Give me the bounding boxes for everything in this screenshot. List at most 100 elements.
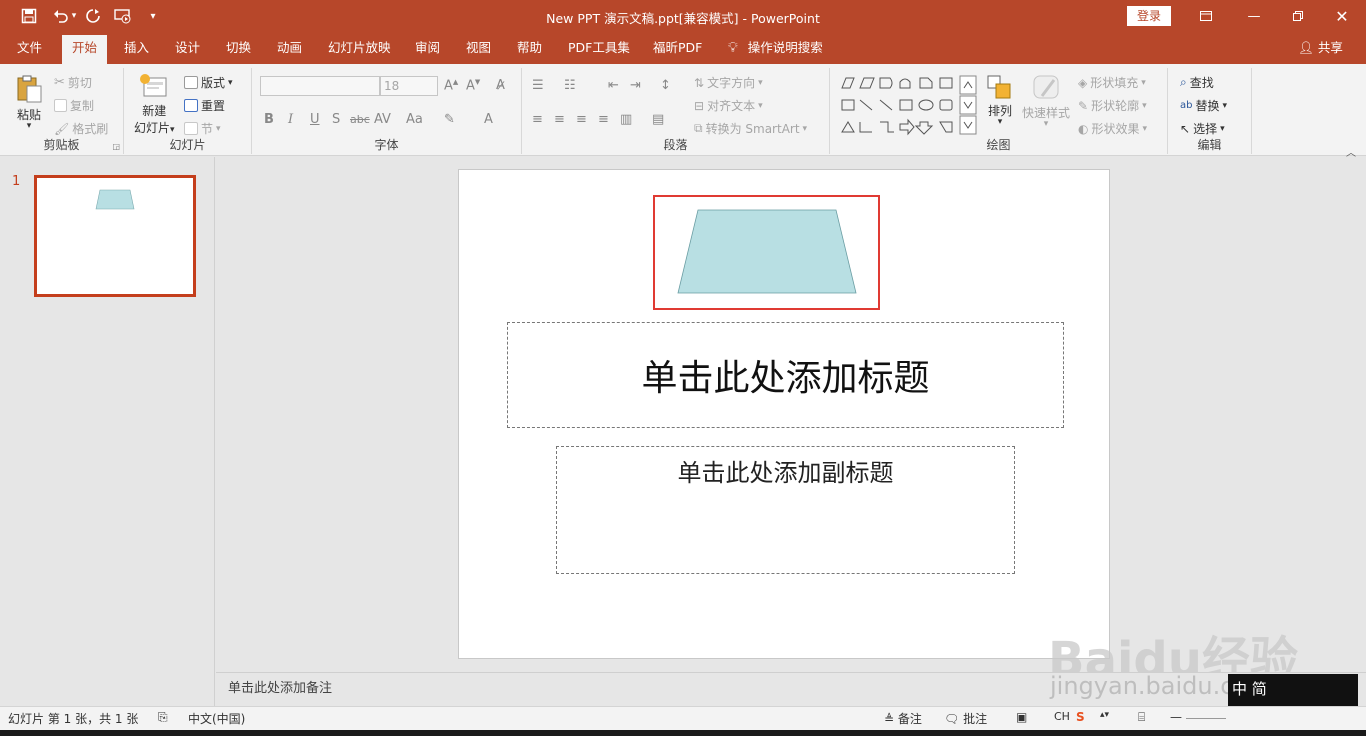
strikethrough-button[interactable]: abc: [350, 113, 370, 126]
format-painter-button[interactable]: 🖌︎ 格式刷: [54, 120, 108, 137]
close-icon[interactable]: ✕: [1322, 4, 1362, 28]
tab-help[interactable]: 帮助: [517, 32, 542, 64]
font-size-combobox[interactable]: 18: [380, 76, 438, 96]
tab-transitions[interactable]: 切换: [226, 32, 251, 64]
tab-home[interactable]: 开始: [62, 35, 108, 64]
columns-icon[interactable]: ▤: [652, 112, 664, 127]
ribbon-display-options-icon[interactable]: [1186, 4, 1226, 28]
ime-toggle-icon[interactable]: ▴▾: [1100, 710, 1109, 720]
reset-button[interactable]: 重置: [184, 97, 225, 114]
tab-animations[interactable]: 动画: [277, 32, 302, 64]
increase-indent-icon[interactable]: ⇥: [630, 78, 641, 93]
effects-icon: ◐: [1078, 121, 1089, 136]
align-right-icon[interactable]: ≡: [576, 112, 587, 127]
tab-view[interactable]: 视图: [466, 32, 491, 64]
shapes-gallery[interactable]: [838, 74, 980, 136]
section-label: 节: [201, 122, 214, 136]
align-left-icon[interactable]: ≡: [532, 112, 543, 127]
restore-icon[interactable]: [1278, 4, 1318, 28]
shape-effects-button[interactable]: ◐ 形状效果 ▾: [1078, 120, 1147, 137]
select-button[interactable]: ↖ 选择 ▾: [1180, 120, 1225, 137]
numbering-icon[interactable]: ☷: [564, 78, 576, 93]
line-spacing-icon[interactable]: ↕: [660, 78, 671, 93]
tab-foxit-pdf[interactable]: 福昕PDF: [653, 32, 702, 64]
arrange-button[interactable]: 排列 ▾: [986, 74, 1014, 127]
ime-indicator[interactable]: CH: [1054, 710, 1070, 723]
sogou-ime-icon[interactable]: S: [1076, 710, 1085, 724]
cut-label: 剪切: [67, 76, 92, 90]
tab-slideshow[interactable]: 幻灯片放映: [328, 32, 391, 64]
bullets-icon[interactable]: ☰: [532, 78, 544, 93]
align-text-label: 对齐文本: [707, 99, 756, 113]
bold-button[interactable]: B: [264, 112, 274, 127]
language-indicator[interactable]: 中文(中国): [188, 710, 245, 727]
zoom-out-icon[interactable]: —: [1170, 710, 1182, 724]
change-case-button[interactable]: Aa: [406, 112, 423, 127]
share-button[interactable]: 👤︎ 共享: [1298, 32, 1343, 64]
decrease-indent-icon[interactable]: ⇤: [608, 78, 619, 93]
comments-button[interactable]: 🗨︎ 批注: [944, 710, 987, 727]
notes-button[interactable]: ≜ 备注: [884, 710, 922, 727]
highlight-icon[interactable]: ✎: [444, 112, 455, 127]
layout-label: 版式: [201, 76, 226, 90]
format-painter-label: 格式刷: [72, 122, 109, 136]
slide-thumbnail[interactable]: [34, 175, 196, 297]
convert-smartart-button[interactable]: ⧉ 转换为 SmartArt ▾: [694, 120, 807, 137]
tab-file[interactable]: 文件: [17, 32, 42, 64]
text-shadow-button[interactable]: S: [332, 112, 340, 127]
dialog-launcher-icon[interactable]: ◲: [112, 142, 120, 151]
cut-button[interactable]: ✂ 剪切: [54, 74, 92, 91]
slide-canvas[interactable]: 单击此处添加标题 单击此处添加副标题: [458, 169, 1110, 659]
collapse-ribbon-icon[interactable]: ︿: [1346, 144, 1356, 159]
shape-fill-button[interactable]: ◈ 形状填充 ▾: [1078, 74, 1146, 91]
align-text-button[interactable]: ⊟ 对齐文本 ▾: [694, 97, 763, 114]
title-placeholder[interactable]: 单击此处添加标题: [507, 322, 1064, 428]
increase-font-icon[interactable]: A▲: [444, 78, 458, 93]
new-slide-button[interactable]: 新建 幻灯片▾: [134, 72, 175, 136]
tab-pdf-tools[interactable]: PDF工具集: [568, 32, 630, 64]
tab-insert[interactable]: 插入: [124, 32, 149, 64]
minimize-icon[interactable]: —: [1234, 4, 1274, 28]
paste-icon: [17, 75, 42, 103]
paste-button[interactable]: 粘贴 ▾: [14, 74, 44, 131]
new-slide-icon: [140, 74, 167, 97]
font-name-combobox[interactable]: [260, 76, 380, 96]
clear-formatting-icon[interactable]: A̷: [496, 78, 505, 93]
shape-outline-button[interactable]: ✎ 形状轮廓 ▾: [1078, 97, 1147, 114]
trapezoid-shape[interactable]: [677, 209, 857, 294]
copy-button[interactable]: 复制: [54, 97, 94, 114]
tell-me-search[interactable]: 💡︎ 操作说明搜索: [728, 32, 823, 64]
distributed-icon[interactable]: ▥: [620, 112, 632, 127]
subtitle-placeholder[interactable]: 单击此处添加副标题: [556, 446, 1015, 574]
italic-button[interactable]: I: [288, 112, 293, 127]
spellcheck-icon[interactable]: ⎘: [158, 710, 168, 725]
underline-button[interactable]: U: [310, 112, 320, 127]
slideshow-view-icon[interactable]: ⌸: [1138, 710, 1145, 725]
text-direction-button[interactable]: ⇅ 文字方向 ▾: [694, 74, 763, 91]
normal-view-icon[interactable]: ▣: [1016, 710, 1027, 724]
shape-fill-label: 形状填充: [1090, 76, 1139, 90]
align-center-icon[interactable]: ≡: [554, 112, 565, 127]
cursor-icon: ↖: [1180, 121, 1191, 136]
layout-icon: [184, 76, 198, 89]
decrease-font-icon[interactable]: A▼: [466, 78, 480, 93]
replace-button[interactable]: ab 替换 ▾: [1180, 97, 1227, 114]
justify-icon[interactable]: ≡: [598, 112, 609, 127]
zoom-slider[interactable]: [1186, 718, 1226, 719]
tab-review[interactable]: 审阅: [415, 32, 440, 64]
notes-icon: ≜: [884, 712, 895, 726]
replace-icon: ab: [1180, 100, 1193, 111]
selected-shape-highlight[interactable]: [653, 195, 880, 310]
slide-info: 幻灯片 第 1 张，共 1 张: [8, 712, 139, 726]
login-button[interactable]: 登录: [1127, 6, 1171, 26]
font-color-button[interactable]: A: [484, 112, 493, 127]
layout-button[interactable]: 版式 ▾: [184, 74, 233, 91]
smartart-icon: ⧉: [694, 121, 703, 135]
character-spacing-button[interactable]: AV: [374, 112, 391, 127]
person-icon: 👤︎: [1298, 40, 1314, 55]
tab-design[interactable]: 设计: [175, 32, 200, 64]
find-button[interactable]: ⌕ 查找: [1180, 74, 1214, 91]
section-button[interactable]: 节 ▾: [184, 120, 221, 137]
search-icon: ⌕: [1180, 75, 1187, 89]
quick-styles-button[interactable]: 快速样式 ▾: [1022, 74, 1070, 129]
